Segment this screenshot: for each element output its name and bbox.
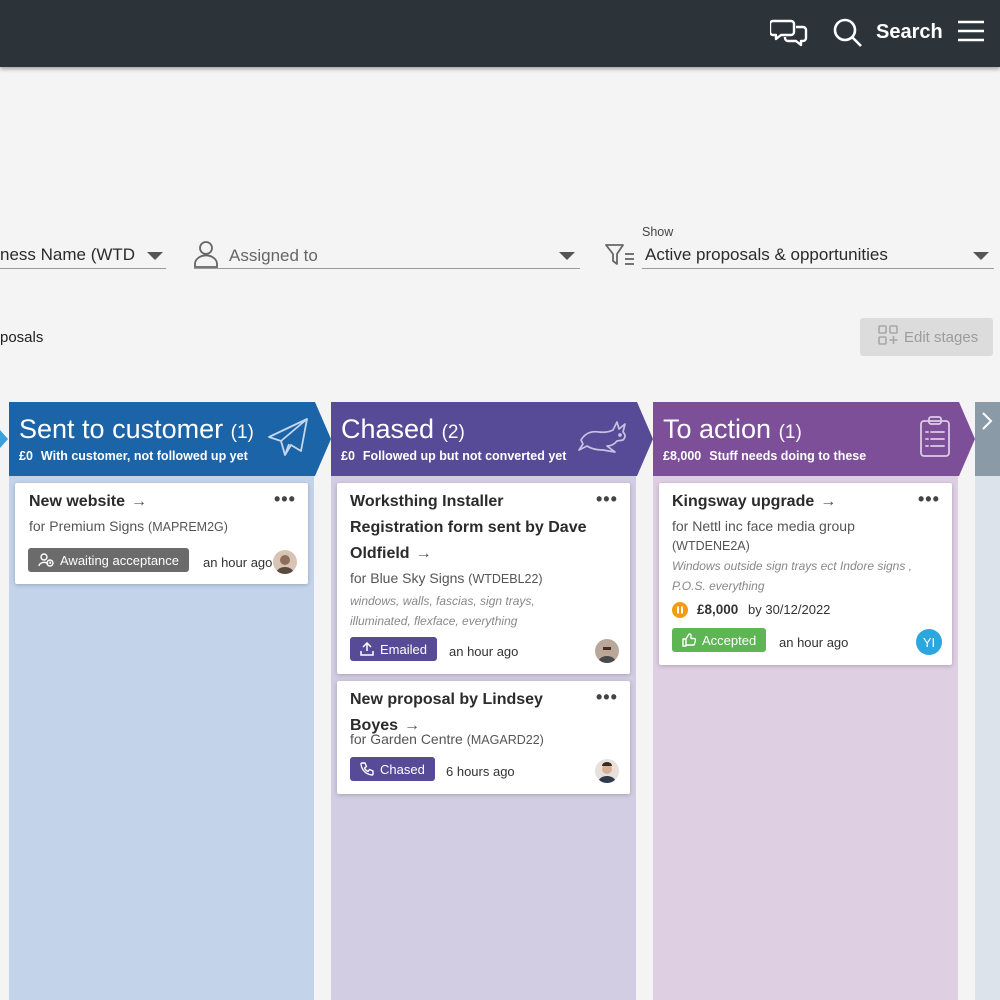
proposal-card-kingsway[interactable]: Kingsway upgrade → ••• for Nettl inc face… [659, 483, 952, 665]
due-date: by 30/12/2022 [748, 602, 831, 617]
proposals-label: posals [0, 329, 44, 346]
proposal-card-new-proposal[interactable]: New proposal by Lindsey Boyes → ••• for G… [337, 681, 630, 794]
card-customer: for Blue Sky Signs (WTDEBL22) [350, 570, 543, 586]
chevron-down-icon[interactable] [973, 252, 989, 260]
last-updated: an hour ago [203, 555, 273, 570]
chevron-right-icon [981, 412, 993, 435]
hamburger-menu-icon[interactable] [958, 19, 984, 48]
last-updated: an hour ago [779, 635, 849, 650]
field-underline [642, 268, 994, 269]
card-title: Worksthing Installer Registration form s… [350, 493, 587, 562]
edit-stages-button[interactable]: Edit stages [860, 318, 993, 356]
field-underline [194, 268, 580, 269]
card-description: Windows outside sign trays ect Indore si… [672, 559, 913, 593]
show-label: Show [642, 225, 674, 239]
column-next-edge [975, 402, 1000, 1000]
avatar[interactable] [595, 759, 619, 783]
stage-amount: £8,000 [663, 449, 702, 463]
arrow-right-icon[interactable]: → [131, 493, 147, 510]
card-value: £8,000 [697, 602, 739, 617]
stage-count: (1) [230, 422, 254, 443]
show-select[interactable]: Active proposals & opportunities [645, 245, 888, 265]
stage-count: (2) [441, 422, 465, 443]
phone-icon [360, 762, 374, 776]
status-badge: Emailed [350, 637, 437, 661]
card-description: windows, walls, fascias, sign trays, ill… [350, 594, 535, 628]
business-name-value: ness Name (WTD [0, 245, 136, 264]
edit-stages-icon [878, 325, 898, 349]
assigned-to-input[interactable]: Assigned to [229, 246, 318, 266]
stage-description: Stuff needs doing to these [709, 449, 867, 463]
status-badge: Awaiting acceptance [28, 548, 190, 572]
upload-icon [360, 642, 374, 656]
clipboard-icon [919, 416, 951, 463]
arrow-right-icon[interactable]: → [820, 493, 836, 510]
top-bar: Search [0, 0, 1000, 67]
stage-header-sent-to-customer: Sent to customer (1) £0 With customer, no… [9, 402, 331, 476]
running-rabbit-icon [577, 420, 629, 459]
card-title: Kingsway upgrade → [672, 493, 837, 510]
field-underline [0, 268, 166, 269]
stage-title: Chased (2) [341, 414, 465, 444]
avatar[interactable]: YI [916, 629, 942, 655]
avatar[interactable] [273, 550, 297, 574]
card-title: New website → [29, 493, 148, 510]
last-updated: an hour ago [449, 644, 519, 659]
customer-code: (MAPREM2G) [148, 520, 228, 534]
stage-subtitle: £0 Followed up but not converted yet [341, 449, 566, 463]
pause-icon [672, 602, 688, 623]
more-options-icon[interactable]: ••• [596, 489, 618, 510]
edit-stages-label: Edit stages [904, 328, 979, 346]
next-stage-button[interactable] [975, 402, 1000, 476]
more-options-icon[interactable]: ••• [918, 489, 940, 510]
chat-icon[interactable] [768, 17, 808, 54]
stage-amount: £0 [341, 449, 355, 463]
status-badge: Chased [350, 757, 435, 781]
status-badge: Accepted [672, 628, 767, 652]
thumbs-up-icon [682, 633, 696, 647]
stage-header-to-action: To action (1) £8,000 Stuff needs doing to… [653, 402, 975, 476]
chevron-down-icon[interactable] [559, 252, 575, 260]
stage-header-chased: Chased (2) £0 Followed up but not convert… [331, 402, 653, 476]
card-customer: for Nettl inc face media group [672, 518, 855, 534]
search-icon[interactable] [833, 18, 863, 53]
more-options-icon[interactable]: ••• [596, 687, 618, 708]
card-customer: for Premium Signs (MAPREM2G) [29, 518, 228, 534]
stage-subtitle: £0 With customer, not followed up yet [19, 449, 248, 463]
chevron-down-icon[interactable] [147, 252, 163, 260]
stage-description: With customer, not followed up yet [40, 449, 248, 463]
search-label[interactable]: Search [876, 21, 943, 44]
filter-icon [605, 244, 635, 271]
customer-code: (MAGARD22) [466, 733, 544, 747]
avatar[interactable] [595, 639, 619, 663]
user-clock-icon [38, 553, 54, 567]
stage-count: (1) [778, 422, 802, 443]
card-customer: for Garden Centre (MAGARD22) [350, 731, 544, 747]
stage-subtitle: £8,000 Stuff needs doing to these [663, 449, 866, 463]
stage-title: To action (1) [663, 414, 802, 444]
arrow-right-icon[interactable]: → [416, 545, 432, 562]
proposal-card-worksthing[interactable]: Worksthing Installer Registration form s… [337, 483, 630, 674]
customer-code: (WTDEBL22) [468, 572, 543, 586]
last-updated: 6 hours ago [446, 764, 515, 779]
stage-amount: £0 [19, 449, 33, 463]
proposal-card-new-website[interactable]: New website → ••• for Premium Signs (MAPR… [15, 483, 308, 584]
stage-description: Followed up but not converted yet [362, 449, 567, 463]
customer-code: (WTDENE2A) [672, 539, 750, 553]
stage-title: Sent to customer (1) [19, 414, 254, 444]
paper-plane-icon [267, 417, 309, 462]
more-options-icon[interactable]: ••• [274, 489, 296, 510]
